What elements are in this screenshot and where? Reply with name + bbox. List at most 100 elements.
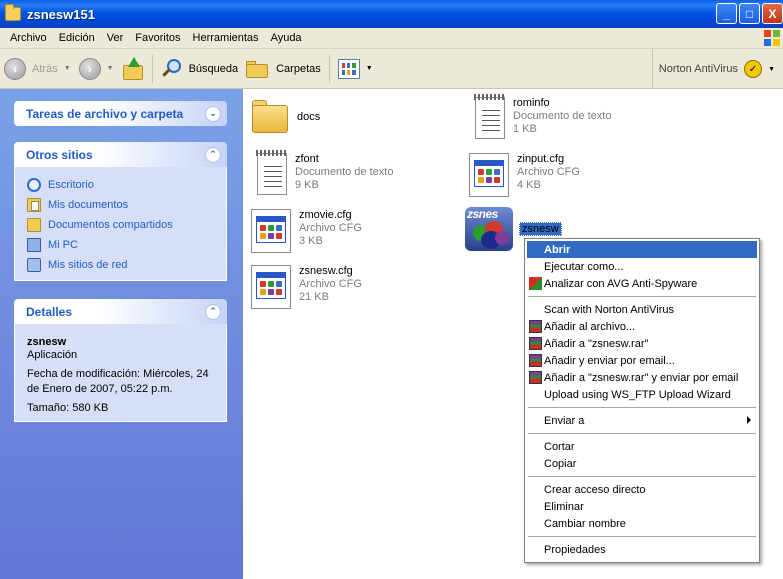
other-places-title: Otros sitios	[26, 147, 93, 162]
details-title: Detalles	[26, 304, 73, 319]
forward-dropdown-icon[interactable]: ▼	[107, 65, 114, 72]
menu-item-abrir[interactable]: Abrir	[527, 241, 757, 258]
other-places-header[interactable]: Otros sitios ⌃	[14, 142, 227, 167]
file-type: Archivo CFG	[299, 278, 362, 290]
menu-item-ws-ftp-upload[interactable]: Upload using WS_FTP Upload Wizard	[527, 386, 757, 403]
folder-up-icon	[122, 56, 144, 81]
menu-separator	[528, 476, 756, 477]
menu-item-add-and-email[interactable]: Añadir y enviar por email...	[527, 352, 757, 369]
menu-item-add-to-rar[interactable]: Añadir a "zsnesw.rar"	[527, 335, 757, 352]
menu-separator	[528, 407, 756, 408]
folder-icon	[251, 99, 289, 135]
file-name: zmovie.cfg	[299, 209, 352, 221]
file-size: 21 KB	[299, 291, 329, 303]
collapse-chevron-icon[interactable]: ⌃	[205, 146, 221, 163]
menu-ayuda[interactable]: Ayuda	[265, 32, 308, 44]
file-name: zsnesw	[519, 222, 562, 236]
menu-item-add-rar-and-email[interactable]: Añadir a "zsnesw.rar" y enviar por email	[527, 369, 757, 386]
menu-item-crear-acceso-directo[interactable]: Crear acceso directo	[527, 481, 757, 498]
details-file-type: Aplicación	[27, 349, 78, 361]
menu-item-ejecutar-como[interactable]: Ejecutar como...	[527, 258, 757, 275]
winrar-icon	[529, 371, 542, 384]
file-tasks-header[interactable]: Tareas de archivo y carpeta ⌄	[14, 101, 227, 126]
collapse-chevron-icon[interactable]: ⌃	[205, 303, 221, 320]
file-type: Documento de texto	[295, 166, 394, 178]
file-item[interactable]: zsnesw.cfg Archivo CFG 21 KB	[251, 265, 362, 309]
menu-favoritos[interactable]: Favoritos	[129, 32, 186, 44]
menu-item-label: Añadir y enviar por email...	[544, 354, 675, 367]
place-link-mi-pc[interactable]: Mi PC	[27, 235, 216, 255]
file-tasks-box: Tareas de archivo y carpeta ⌄	[14, 101, 227, 126]
menu-item-label: Añadir a "zsnesw.rar"	[544, 337, 649, 350]
avg-icon	[529, 277, 542, 290]
my-computer-icon	[27, 238, 41, 252]
details-header[interactable]: Detalles ⌃	[14, 299, 227, 324]
file-size: 4 KB	[517, 179, 541, 191]
menu-item-copiar[interactable]: Copiar	[527, 455, 757, 472]
back-label: Atrás	[32, 62, 58, 75]
details-body: zsnesw Aplicación Fecha de modificación:…	[14, 324, 227, 422]
winrar-icon	[529, 354, 542, 367]
menu-item-avg-scan[interactable]: Analizar con AVG Anti-Spyware	[527, 275, 757, 292]
up-button[interactable]	[118, 53, 148, 85]
file-type: Documento de texto	[513, 110, 612, 122]
menu-item-label: Añadir al archivo...	[544, 320, 636, 333]
menu-separator	[528, 536, 756, 537]
menu-item-cortar[interactable]: Cortar	[527, 438, 757, 455]
place-link-escritorio[interactable]: Escritorio	[27, 175, 216, 195]
menu-item-cambiar-nombre[interactable]: Cambiar nombre	[527, 515, 757, 532]
place-label: Escritorio	[48, 179, 94, 191]
menu-herramientas[interactable]: Herramientas	[187, 32, 265, 44]
file-item[interactable]: docs	[251, 99, 320, 135]
search-button[interactable]: Búsqueda	[157, 53, 243, 85]
file-name: docs	[297, 111, 321, 123]
place-label: Mis documentos	[48, 199, 129, 211]
file-item[interactable]: rominfo Documento de texto 1 KB	[471, 94, 612, 139]
submenu-arrow-icon	[747, 416, 751, 424]
place-link-mis-documentos[interactable]: Mis documentos	[27, 195, 216, 215]
forward-button[interactable]: › ▼	[75, 53, 118, 85]
place-link-mis-sitios-de-red[interactable]: Mis sitios de red	[27, 255, 216, 275]
text-document-icon	[474, 94, 506, 139]
folders-button[interactable]: Carpetas	[242, 53, 325, 85]
title-bar: zsnesw151 _ □ X	[0, 0, 783, 28]
norton-dropdown-icon[interactable]: ▼	[768, 66, 775, 73]
forward-arrow-icon: ›	[78, 57, 101, 80]
file-type: Archivo CFG	[517, 166, 580, 178]
back-button[interactable]: ‹ Atrás ▼	[0, 53, 75, 85]
file-item[interactable]: zmovie.cfg Archivo CFG 3 KB	[251, 209, 362, 253]
file-size: 3 KB	[299, 235, 323, 247]
menu-edicion[interactable]: Edición	[53, 32, 101, 44]
menu-item-enviar-a[interactable]: Enviar a	[527, 412, 757, 429]
menu-ver[interactable]: Ver	[101, 32, 130, 44]
views-icon	[337, 58, 360, 79]
file-item[interactable]: zinput.cfg Archivo CFG 4 KB	[469, 153, 580, 197]
file-item[interactable]: zfont Documento de texto 9 KB	[253, 150, 394, 195]
file-name: rominfo	[513, 97, 550, 109]
menu-item-propiedades[interactable]: Propiedades	[527, 541, 757, 558]
text-document-icon	[256, 150, 288, 195]
back-dropdown-icon[interactable]: ▼	[64, 65, 71, 72]
views-button[interactable]: ▼	[334, 53, 377, 85]
close-button[interactable]: X	[762, 3, 783, 24]
winrar-icon	[529, 320, 542, 333]
expand-chevron-icon[interactable]: ⌄	[205, 105, 221, 122]
maximize-button[interactable]: □	[739, 3, 760, 24]
norton-antivirus-toolbar[interactable]: Norton AntiVirus ✓ ▼	[651, 49, 775, 89]
file-size: 1 KB	[513, 123, 537, 135]
menu-item-add-to-archive[interactable]: Añadir al archivo...	[527, 318, 757, 335]
menu-archivo[interactable]: Archivo	[0, 32, 53, 44]
zsnes-app-icon: zsnes	[465, 207, 513, 251]
windows-logo-icon	[764, 30, 780, 46]
menu-item-norton-scan[interactable]: Scan with Norton AntiVirus	[527, 301, 757, 318]
window-title: zsnesw151	[27, 6, 95, 22]
menu-item-label: Analizar con AVG Anti-Spyware	[544, 277, 698, 290]
views-dropdown-icon[interactable]: ▼	[366, 65, 373, 72]
menu-item-eliminar[interactable]: Eliminar	[527, 498, 757, 515]
file-type: Archivo CFG	[299, 222, 362, 234]
norton-icon: ✓	[744, 60, 763, 78]
shared-folder-icon	[27, 218, 41, 232]
place-link-documentos-compartidos[interactable]: Documentos compartidos	[27, 215, 216, 235]
minimize-button[interactable]: _	[716, 3, 737, 24]
details-box: Detalles ⌃ zsnesw Aplicación Fecha de mo…	[14, 299, 227, 422]
